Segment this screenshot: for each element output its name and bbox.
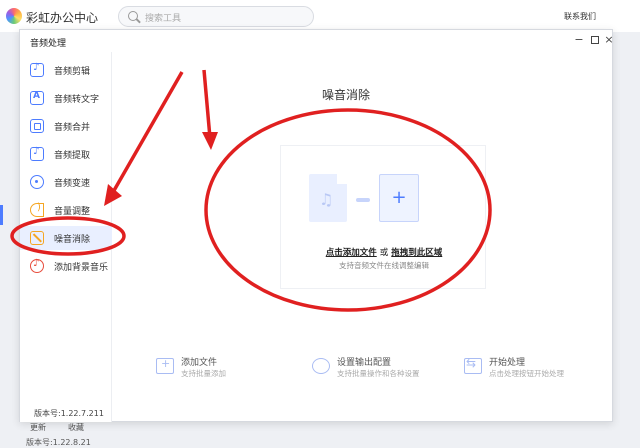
- merge-icon: [30, 119, 44, 133]
- drag-here-text: 拖拽到此区域: [391, 248, 443, 258]
- app-nav-active-indicator: [0, 205, 3, 225]
- contact-us-link[interactable]: 联系我们: [564, 11, 596, 22]
- add-file-button[interactable]: +: [379, 174, 419, 222]
- sidebar-item-audio-merge[interactable]: 音频合并: [20, 114, 112, 138]
- sidebar-item-audio-to-text[interactable]: 音频转文字: [20, 86, 112, 110]
- action-title: 开始处理: [489, 358, 526, 368]
- sidebar-item-noise-removal[interactable]: 噪音消除: [20, 226, 112, 250]
- sidebar-item-label: 音频合并: [54, 123, 91, 133]
- action-subtitle: 点击处理按钮开始处理: [489, 369, 564, 378]
- note-icon: [30, 146, 44, 161]
- dialog-title: 音频处理: [30, 39, 67, 49]
- sidebar-item-volume[interactable]: 音量调整: [20, 198, 112, 222]
- gear-icon: [312, 358, 330, 374]
- action-title: 设置输出配置: [337, 358, 392, 368]
- app-logo-icon: [6, 8, 22, 24]
- action-subtitle: 支持批量添加: [181, 369, 226, 378]
- volume-icon: [30, 202, 44, 217]
- audio-file-icon: ♫: [309, 174, 347, 222]
- app-version: 版本号:1.22.8.21: [26, 438, 91, 447]
- action-title: 添加文件: [181, 358, 218, 368]
- background-music-icon: [30, 258, 44, 273]
- sidebar-item-audio-extract[interactable]: 音频提取: [20, 142, 112, 166]
- page-title: 噪音消除: [322, 88, 371, 102]
- or-text: 或: [379, 248, 389, 258]
- search-icon: [128, 11, 138, 21]
- sidebar-item-label: 音频提取: [54, 151, 91, 161]
- sidebar-item-label: 音频变速: [54, 179, 91, 189]
- minimize-button[interactable]: −: [572, 33, 586, 47]
- scissors-note-icon: [30, 62, 44, 77]
- sidebar-item-label: 噪音消除: [54, 235, 91, 245]
- sidebar-item-label: 音频转文字: [54, 95, 100, 105]
- tool-sidebar: 音频剪辑 音频转文字 音频合并 音频提取 音频变速 音量调整 噪音消除 添加背: [20, 52, 112, 422]
- app-header: 彩虹办公中心 搜索工具 联系我们: [0, 0, 640, 32]
- sidebar-item-audio-speed[interactable]: 音频变速: [20, 170, 112, 194]
- sidebar-item-label: 音频剪辑: [54, 67, 91, 77]
- drop-instruction: 点击添加文件或拖拽到此区域: [281, 246, 487, 258]
- music-note-icon: ♫: [319, 190, 334, 209]
- drop-subtitle: 支持音频文件在线调整编辑: [339, 261, 429, 270]
- noise-icon: [30, 231, 44, 245]
- speed-icon: [30, 175, 44, 189]
- process-arrows-icon: [464, 356, 482, 374]
- dash-icon: [356, 198, 370, 202]
- text-a-icon: [30, 91, 44, 105]
- file-drop-zone[interactable]: ♫ + 点击添加文件或拖拽到此区域 支持音频文件在线调整编辑: [280, 145, 486, 289]
- app-title: 彩虹办公中心: [26, 11, 99, 25]
- search-input[interactable]: 搜索工具: [118, 6, 314, 27]
- search-placeholder: 搜索工具: [145, 14, 182, 24]
- action-subtitle: 支持批量操作和各种设置: [337, 369, 420, 378]
- favorite-link[interactable]: 收藏: [68, 422, 84, 433]
- maximize-button[interactable]: [588, 33, 602, 47]
- folder-add-icon: [156, 357, 174, 374]
- dialog-version: 版本号:1.22.7.211: [34, 409, 104, 418]
- maximize-icon: [591, 36, 599, 44]
- update-link[interactable]: 更新: [30, 422, 46, 433]
- click-add-link[interactable]: 点击添加文件: [326, 248, 377, 258]
- close-button[interactable]: ×: [602, 33, 616, 47]
- sidebar-item-label: 音量调整: [54, 207, 91, 217]
- sidebar-item-audio-cut[interactable]: 音频剪辑: [20, 58, 112, 82]
- sidebar-item-background-music[interactable]: 添加背景音乐: [20, 254, 112, 278]
- sidebar-item-label: 添加背景音乐: [54, 263, 109, 273]
